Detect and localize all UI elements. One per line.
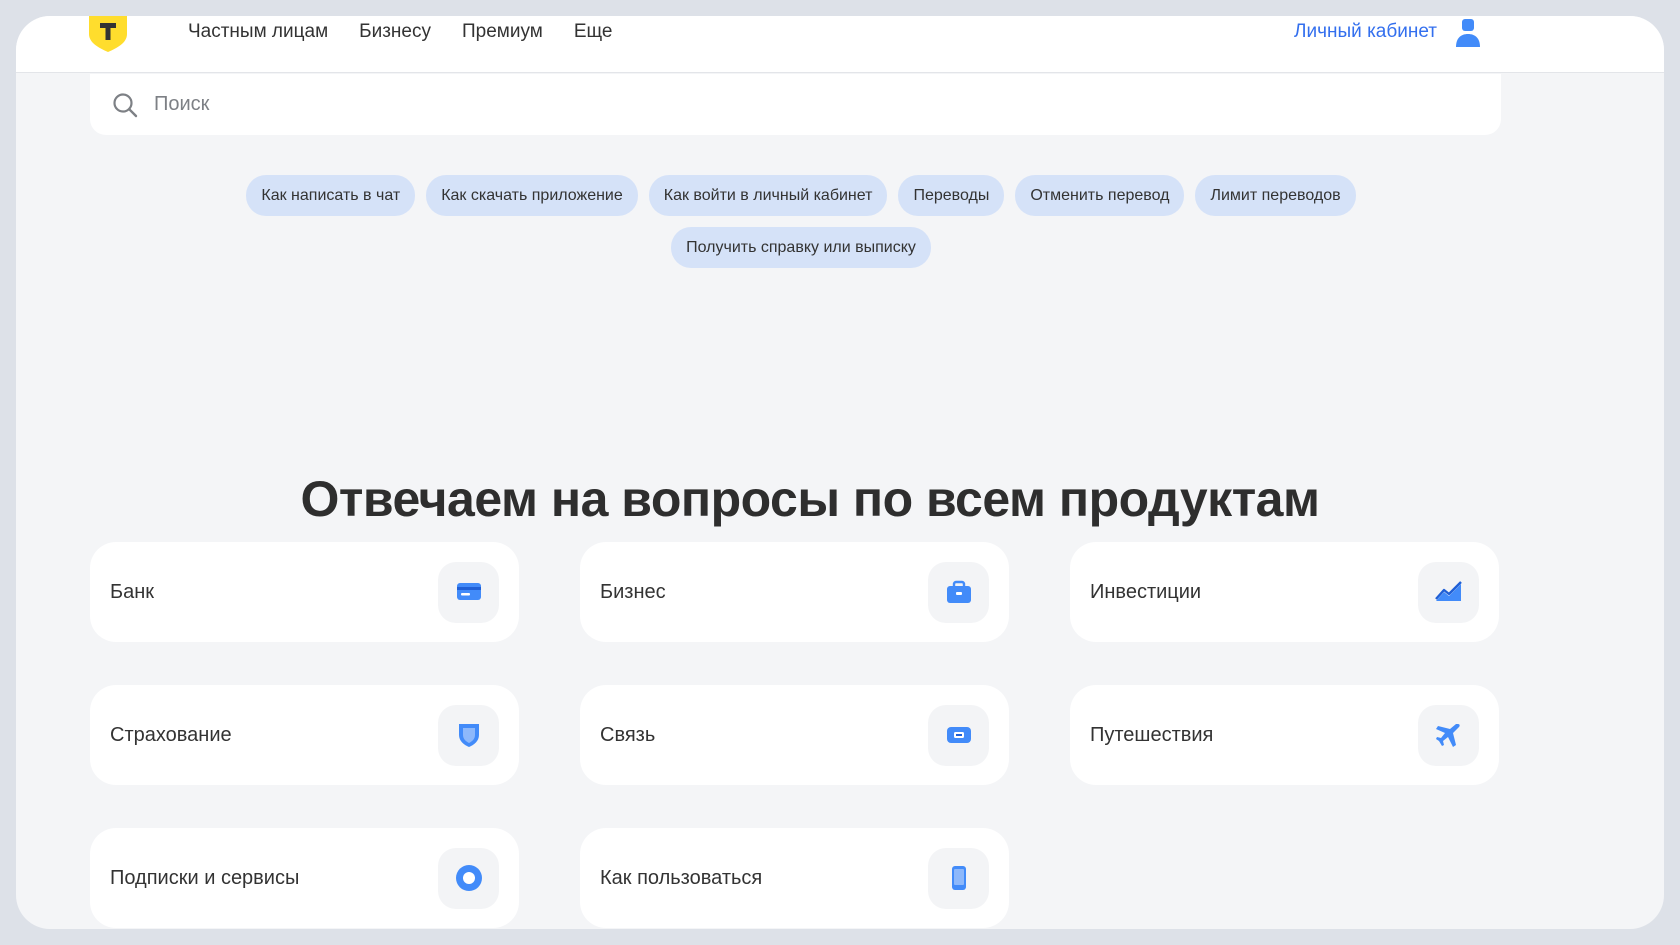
page-title: Отвечаем на вопросы по всем продуктам: [300, 471, 1320, 527]
nav-item-premium[interactable]: Премиум: [462, 21, 543, 43]
nav-item-more[interactable]: Еще: [574, 21, 613, 43]
user-icon: [1456, 19, 1480, 47]
plane-icon: [1418, 704, 1479, 766]
product-card-subscriptions[interactable]: Подписки и сервисы: [90, 828, 519, 928]
briefcase-icon: [928, 561, 989, 623]
circle-icon: [438, 847, 499, 909]
product-card-insurance[interactable]: Страхование: [90, 685, 519, 785]
logo-shield-icon: [89, 16, 127, 52]
chip-download-app[interactable]: Как скачать приложение: [426, 175, 638, 216]
chip-cancel-transfer[interactable]: Отменить перевод: [1015, 175, 1185, 216]
product-card-mobile[interactable]: Связь: [580, 685, 1009, 785]
top-header: Частным лицам Бизнесу Премиум Еще Личный…: [16, 16, 1664, 73]
search-icon: [113, 92, 138, 117]
product-card-travel[interactable]: Путешествия: [1070, 685, 1499, 785]
product-label: Страхование: [110, 723, 232, 746]
phone-icon: [928, 847, 989, 909]
chip-login-account[interactable]: Как войти в личный кабинет: [648, 175, 888, 216]
product-label: Банк: [110, 580, 155, 603]
chart-icon: [1418, 561, 1479, 623]
chip-write-chat[interactable]: Как написать в чат: [246, 175, 416, 216]
search-input[interactable]: [154, 93, 1454, 116]
product-label: Бизнес: [600, 580, 666, 603]
shield-icon: [438, 704, 499, 766]
chip-get-statement[interactable]: Получить справку или выписку: [671, 227, 931, 268]
product-label: Как пользоваться: [600, 866, 763, 889]
chip-transfer-limit[interactable]: Лимит переводов: [1195, 175, 1356, 216]
account-link[interactable]: Личный кабинет: [1294, 16, 1481, 48]
product-label: Путешествия: [1090, 723, 1214, 746]
popular-questions: Как написать в чат Как скачать приложени…: [206, 175, 1396, 268]
bank-logo[interactable]: [89, 16, 127, 52]
product-card-investments[interactable]: Инвестиции: [1070, 542, 1499, 642]
main-nav: Частным лицам Бизнесу Премиум Еще: [188, 16, 644, 48]
app-frame: Частным лицам Бизнесу Премиум Еще Личный…: [16, 16, 1664, 929]
product-card-how-to-use[interactable]: Как пользоваться: [580, 828, 1009, 928]
sim-icon: [928, 704, 989, 766]
product-label: Подписки и сервисы: [110, 866, 300, 889]
nav-item-individuals[interactable]: Частным лицам: [188, 21, 328, 43]
chip-transfers[interactable]: Переводы: [898, 175, 1005, 216]
product-card-business[interactable]: Бизнес: [580, 542, 1009, 642]
card-icon: [438, 561, 499, 623]
product-label: Связь: [600, 723, 656, 746]
product-card-bank[interactable]: Банк: [90, 542, 519, 642]
search-bar: [90, 74, 1501, 135]
account-label: Личный кабинет: [1294, 21, 1437, 42]
product-label: Инвестиции: [1090, 580, 1202, 603]
nav-item-business[interactable]: Бизнесу: [359, 21, 431, 43]
